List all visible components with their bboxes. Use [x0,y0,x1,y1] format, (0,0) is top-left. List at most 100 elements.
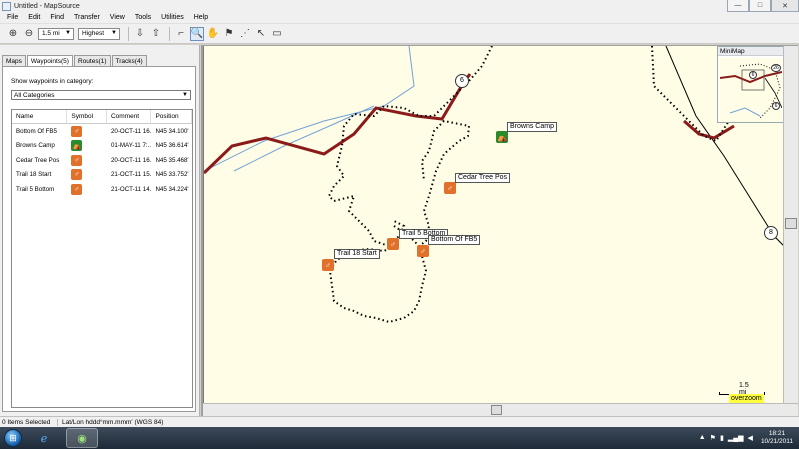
map-canvas[interactable]: 6 8 ⛺ Browns Camp ♂ Cedar Tree Pos ♂ Tra… [203,46,783,403]
category-value: All Categories [14,92,55,99]
left-panel: Maps Waypoints(5) Routes(1) Tracks(4) Sh… [0,45,200,416]
waypoints-tab-page: Show waypoints in category: All Categori… [2,66,196,412]
table-row[interactable]: Trail 18 Start ♂ 21-OCT-11 15... N45 33.… [12,168,192,183]
mapsource-taskbar-icon[interactable]: ◉ [66,428,98,448]
scroll-thumb[interactable] [491,405,502,415]
waypoint-position: N45 34.224' [155,185,189,193]
window-title: Untitled - MapSource [14,2,80,10]
close-button[interactable]: ✕ [771,0,799,12]
menu-help[interactable]: Help [189,12,213,24]
zoom-scale-select[interactable]: 1.5 mi ▼ [38,27,74,40]
waypoint-symbol: ♂ [67,169,107,181]
waypoint-comment: 21-OCT-11 14... [110,185,152,193]
menu-find[interactable]: Find [45,12,69,24]
internet-explorer-icon[interactable]: ℯ [28,428,60,448]
network-icon[interactable]: ▂▄▆ [728,434,744,442]
menu-utilities[interactable]: Utilities [156,12,189,24]
zoom-scale-value: 1.5 mi [42,30,60,37]
toolbar-separator [128,26,129,41]
position-format-status: Lat/Lon hddd°mm.mmm' (WGS 84) [62,418,164,426]
column-position[interactable]: Position [151,110,192,123]
route-tool-icon[interactable]: ⋰ [238,27,252,41]
hand-tool-icon[interactable]: ✋ [206,27,220,41]
waypoint-symbol: ♂ [67,154,107,166]
category-label: Show waypoints in category: [11,78,94,85]
selection-status: 0 Items Selected [0,418,58,426]
table-row[interactable]: Cedar Tree Pos ♂ 20-OCT-11 16... N45 35.… [12,153,192,168]
bike-icon: ♂ [71,154,83,166]
minimap-view: 6 26 6 [720,58,782,122]
campground-icon: ⛺ [71,140,83,152]
campground-icon[interactable]: ⛺ [496,131,508,143]
detail-select[interactable]: Highest ▼ [78,27,120,40]
menu-view[interactable]: View [105,12,130,24]
waypoint-symbol: ♂ [67,183,107,195]
menu-tools[interactable]: Tools [130,12,156,24]
column-name[interactable]: Name [12,110,68,123]
zoom-out-icon[interactable]: ⊖ [22,27,36,41]
menu-transfer[interactable]: Transfer [69,12,105,24]
zoom-in-icon[interactable]: ⊕ [6,27,20,41]
distance-tool-icon[interactable]: ▭ [270,27,284,41]
tab-routes[interactable]: Routes(1) [73,55,111,66]
waypoint-label[interactable]: Trail 18 Start [334,249,380,259]
tab-tracks[interactable]: Tracks(4) [111,55,147,66]
clock-time: 18:21 [768,430,786,437]
taskbar: ⊞ ℯ ◉ ▲ ⚑ ▮ ▂▄▆ ◀ 18:21 10/21/2011 [0,427,799,449]
waypoint-symbol: ♂ [67,125,107,137]
column-symbol[interactable]: Symbol [67,110,107,123]
show-hidden-icon[interactable]: ▲ [699,434,706,442]
waypoint-tool-icon[interactable]: ⚑ [222,27,236,41]
power-icon[interactable]: ▮ [720,434,724,442]
bike-icon: ♂ [71,183,83,195]
table-row[interactable]: Trail 5 Bottom ♂ 21-OCT-11 14... N45 34.… [12,182,192,197]
waypoint-name: Cedar Tree Pos [16,156,60,164]
selection-tool-icon[interactable]: ⌐ [174,27,188,41]
flag-icon[interactable]: ⚑ [710,434,716,442]
zoom-tool-icon[interactable]: 🔍 [190,26,204,41]
table-row[interactable]: Bottom Of FB5 ♂ 20-OCT-11 16... N45 34.1… [12,124,192,139]
waypoint-label[interactable]: Bottom Of FB5 [428,235,481,245]
menu-file[interactable]: File [2,12,23,24]
bike-icon[interactable]: ♂ [417,245,429,257]
app-icon [2,1,11,11]
clock[interactable]: 18:21 10/21/2011 [761,430,793,446]
chevron-down-icon: ▼ [182,92,188,98]
waypoint-name: Trail 18 Start [16,171,52,179]
table-row[interactable]: Browns Camp ⛺ 01-MAY-11 7:... N45 36.614… [12,139,192,154]
minimap[interactable]: MiniMap 6 26 6 [717,46,783,123]
road-shield: 8 [764,226,778,240]
waypoint-name: Bottom Of FB5 [16,127,57,135]
map-graphics [204,46,783,324]
maximize-button[interactable]: □ [749,0,771,12]
waypoint-name: Browns Camp [16,142,55,150]
column-comment[interactable]: Comment [107,110,152,123]
minimize-button[interactable]: — [727,0,749,12]
overzoom-badge: overzoom [729,394,764,403]
waypoint-label[interactable]: Browns Camp [507,122,557,132]
minimap-title: MiniMap [718,47,783,56]
chevron-down-icon: ▼ [65,29,71,36]
status-bar: 0 Items Selected Lat/Lon hddd°mm.mmm' (W… [0,416,799,427]
category-select[interactable]: All Categories ▼ [11,90,191,100]
send-to-device-icon[interactable]: ⇧ [149,27,163,41]
vertical-scrollbar[interactable] [783,46,798,403]
menu-edit[interactable]: Edit [23,12,45,24]
start-button[interactable]: ⊞ [4,429,22,447]
bike-icon[interactable]: ♂ [387,238,399,250]
receive-from-device-icon[interactable]: ⇩ [133,27,147,41]
volume-icon[interactable]: ◀ [748,434,753,442]
horizontal-scrollbar[interactable] [203,403,798,416]
bike-icon[interactable]: ♂ [444,182,456,194]
scroll-thumb[interactable] [785,218,797,229]
waypoint-comment: 01-MAY-11 7:... [110,142,152,150]
track-tool-icon[interactable]: ↖ [254,27,268,41]
waypoint-label[interactable]: Cedar Tree Pos [455,173,511,183]
table-header: Name Symbol Comment Position [12,110,192,124]
waypoint-symbol: ⛺ [67,140,107,152]
tray-icons: ▲ ⚑ ▮ ▂▄▆ ◀ [699,434,753,442]
waypoint-comment: 20-OCT-11 16... [110,127,152,135]
tab-maps[interactable]: Maps [2,55,26,66]
minimap-shield: 6 [749,71,757,79]
bike-icon[interactable]: ♂ [322,259,334,271]
